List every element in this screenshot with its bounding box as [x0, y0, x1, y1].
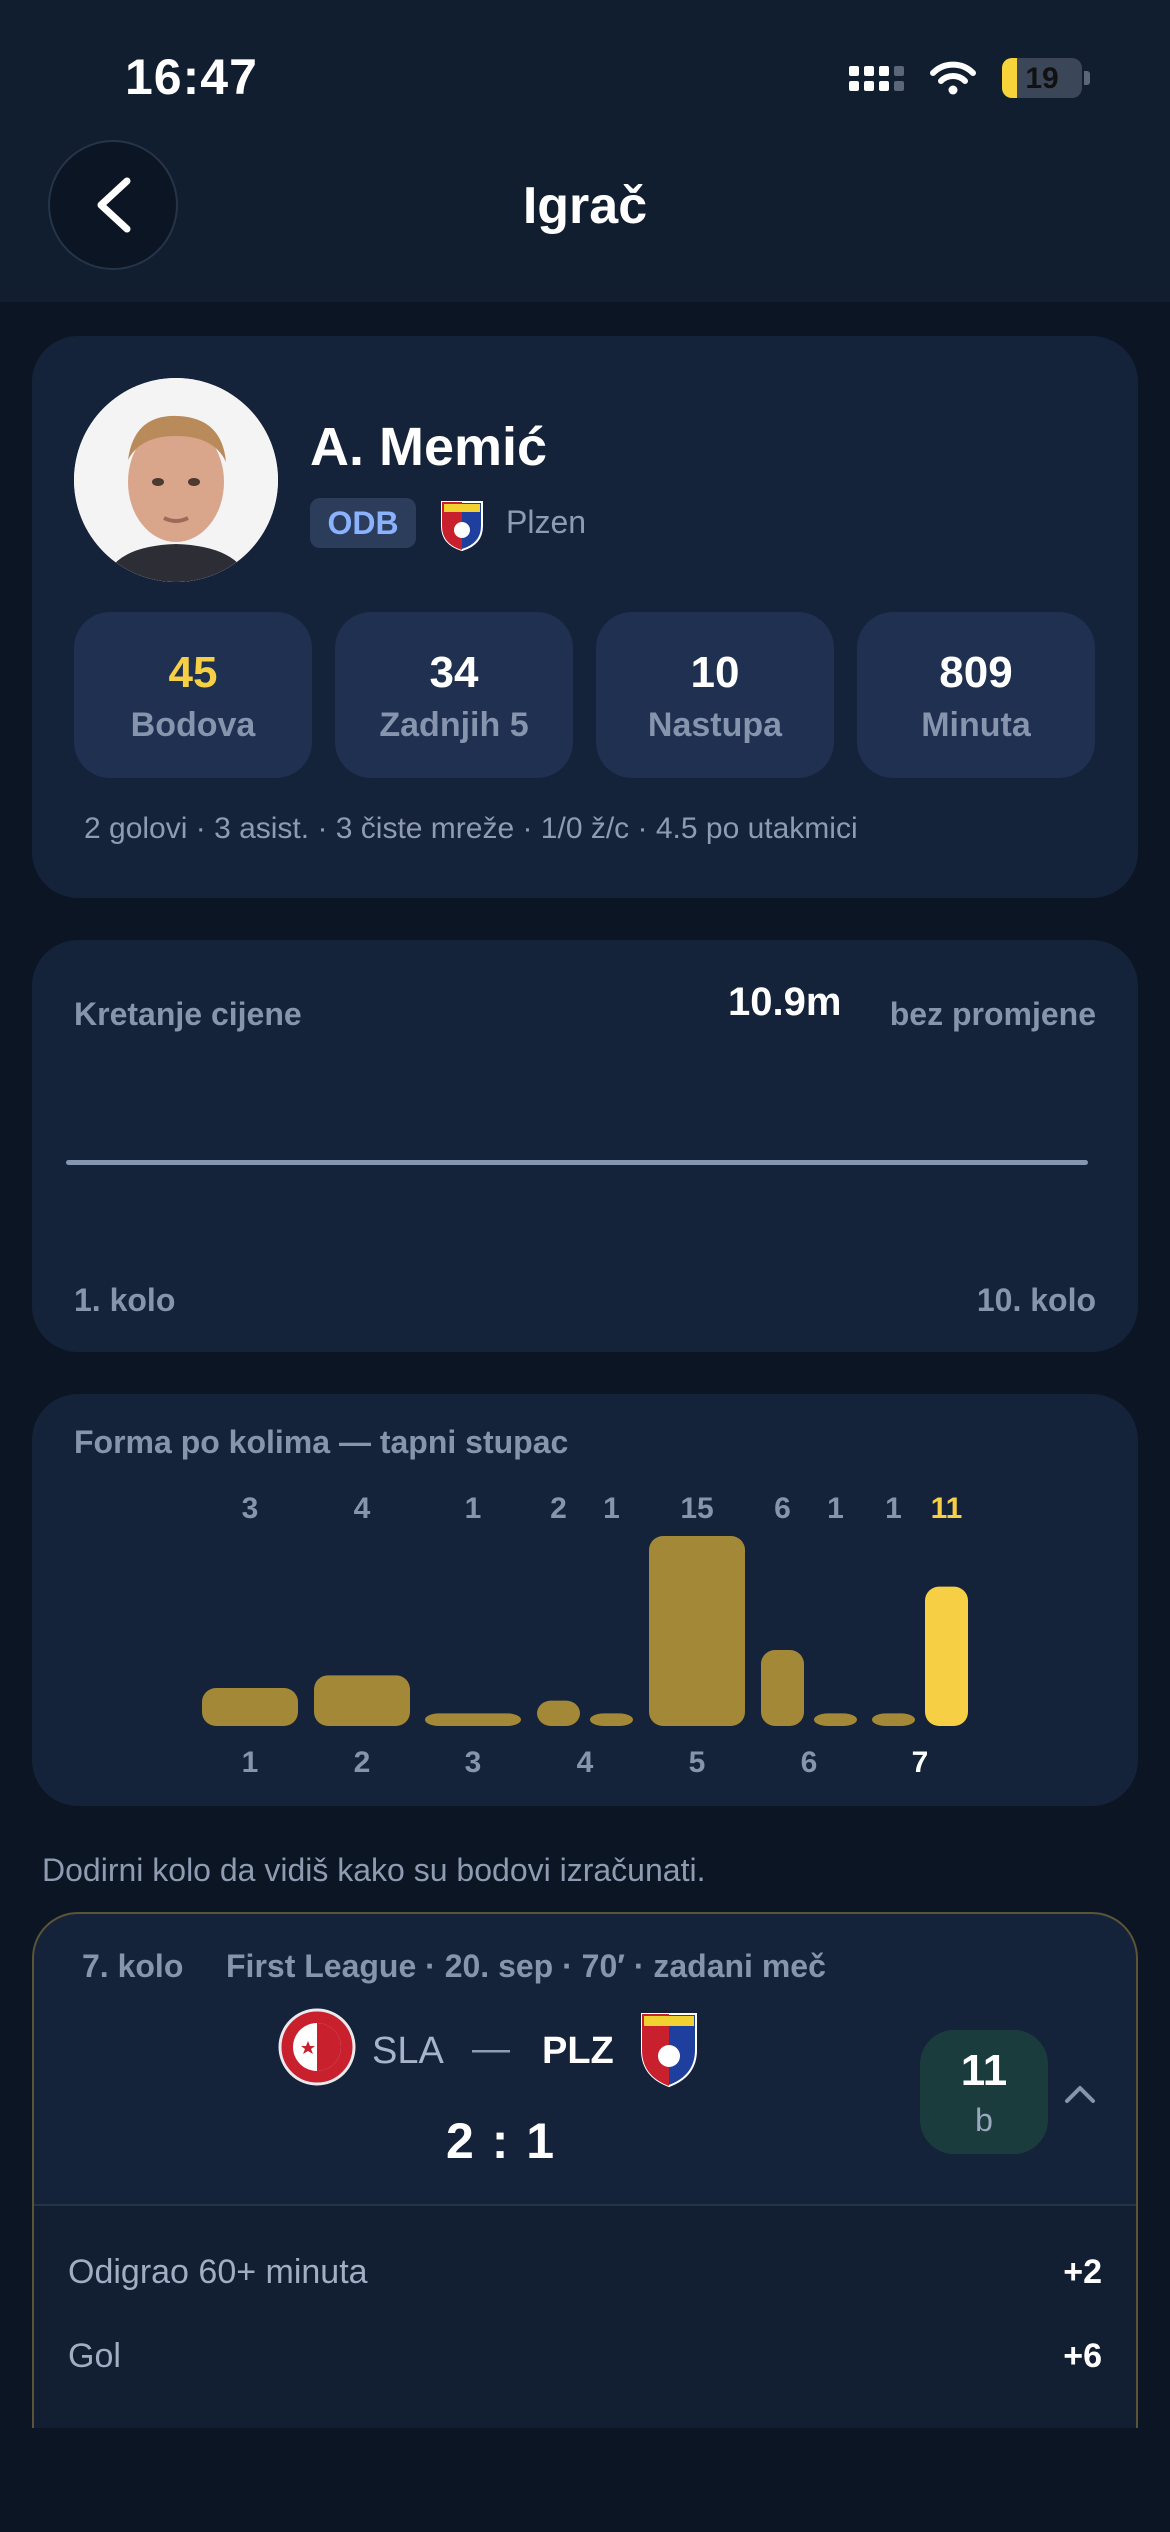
bar-value-label: 11	[931, 1492, 963, 1525]
stat-label: Zadnjih 5	[379, 706, 529, 744]
form-bar[interactable]	[814, 1713, 857, 1726]
price-change: bez promjene	[889, 996, 1096, 1032]
top-bar	[0, 0, 1170, 302]
price-axis-start: 1. kolo	[74, 1282, 176, 1318]
breakdown-points: +2	[1063, 2252, 1102, 2291]
round-tick-label[interactable]: 7	[912, 1746, 929, 1779]
form-bar[interactable]	[590, 1713, 633, 1726]
battery-level: 19	[1025, 62, 1059, 95]
player-card: A. Memić ODB Plzen 45 Bodova 34 Zadnjih …	[32, 336, 1138, 898]
stat-label: Nastupa	[647, 706, 783, 744]
round-tick-label[interactable]: 4	[577, 1746, 594, 1779]
player-avatar	[74, 378, 278, 582]
position-badge: ODB	[310, 498, 416, 548]
current-price: 10.9m	[728, 980, 842, 1024]
form-bar[interactable]	[537, 1700, 580, 1726]
price-line	[66, 1160, 1088, 1165]
bar-value-label: 15	[680, 1492, 713, 1525]
breakdown-label: Gol	[68, 2336, 121, 2375]
stat-value: 10	[690, 648, 740, 697]
stat-label: Bodova	[130, 706, 256, 744]
breakdown-points: +6	[1063, 2336, 1102, 2375]
bar-value-label: 1	[603, 1492, 620, 1525]
bar-value-label: 2	[550, 1492, 567, 1525]
stat-minutes: 809 Minuta	[857, 612, 1095, 778]
player-name: A. Memić	[310, 417, 548, 477]
form-chart-card: Forma po kolima — tapni stupac 314213214…	[32, 1394, 1138, 1806]
bar-value-label: 1	[885, 1492, 902, 1525]
form-bar[interactable]	[314, 1675, 410, 1726]
bottom-bar	[0, 2428, 1170, 2532]
match-points-badge: 11 b	[920, 2030, 1048, 2154]
match-round: 7. kolo	[82, 1948, 184, 1984]
plzen-crest-icon	[441, 501, 483, 552]
wifi-icon	[930, 61, 976, 95]
form-bar[interactable]	[425, 1713, 521, 1726]
player-summary: 2 golovi · 3 asist. · 3 čiste mreže · 1/…	[84, 812, 858, 845]
price-axis-end: 10. kolo	[976, 1282, 1096, 1318]
status-icons: 19	[849, 56, 1090, 100]
hint-text: Dodirni kolo da vidiš kako su bodovi izr…	[42, 1852, 706, 1888]
form-bar[interactable]	[202, 1688, 298, 1726]
breakdown-row: Gol +6	[68, 2326, 1102, 2386]
breakdown-row: Odigrao 60+ minuta +2	[68, 2242, 1102, 2302]
round-tick-label[interactable]: 3	[465, 1746, 482, 1779]
form-bar[interactable]	[761, 1650, 804, 1726]
stat-points: 45 Bodova	[74, 612, 312, 778]
cellular-signal-icon	[849, 65, 904, 91]
chevron-up-icon[interactable]	[1064, 2084, 1096, 2104]
form-bar[interactable]	[649, 1536, 745, 1726]
stat-value: 45	[168, 648, 218, 697]
home-team: SLA	[372, 2030, 444, 2072]
stat-last-5: 34 Zadnjih 5	[335, 612, 573, 778]
stat-value: 809	[939, 648, 1013, 697]
match-info: First League · 20. sep · 70′ · zadani me…	[226, 1948, 826, 1984]
status-time: 16:47	[125, 49, 258, 105]
page-title: Igrač	[522, 177, 648, 235]
form-bar[interactable]	[872, 1713, 915, 1726]
match-score: 2 : 1	[446, 2113, 557, 2169]
round-tick-label[interactable]: 1	[242, 1746, 259, 1779]
stat-label: Minuta	[921, 706, 1031, 744]
slavia-crest-icon	[278, 2008, 356, 2086]
away-team: PLZ	[542, 2030, 614, 2072]
points-unit: b	[975, 2102, 993, 2138]
bar-value-label: 3	[242, 1492, 259, 1525]
price-chart-card: Kretanje cijene 10.9m bez promjene 1. ko…	[32, 940, 1138, 1352]
club-name: Plzen	[506, 504, 587, 540]
battery-tip	[1084, 71, 1090, 85]
round-tick-label[interactable]: 2	[354, 1746, 371, 1779]
bar-value-label: 1	[465, 1492, 482, 1525]
match-points: 11	[960, 2046, 1008, 2095]
plzen-crest-icon	[641, 2013, 697, 2088]
team-separator: —	[472, 2028, 510, 2070]
stat-appearances: 10 Nastupa	[596, 612, 834, 778]
bar-value-label: 4	[354, 1492, 371, 1525]
round-tick-label[interactable]: 6	[801, 1746, 818, 1779]
price-chart-title: Kretanje cijene	[74, 996, 302, 1032]
round-tick-label[interactable]: 5	[689, 1746, 706, 1779]
bar-value-label: 1	[827, 1492, 844, 1525]
bar-value-label: 6	[774, 1492, 791, 1525]
breakdown-label: Odigrao 60+ minuta	[68, 2252, 368, 2291]
battery-icon: 19	[1002, 58, 1082, 98]
form-bar-chart: 3142132 141556 161 117	[202, 1492, 968, 1779]
form-bar[interactable]	[925, 1586, 968, 1726]
stat-value: 34	[429, 648, 479, 697]
